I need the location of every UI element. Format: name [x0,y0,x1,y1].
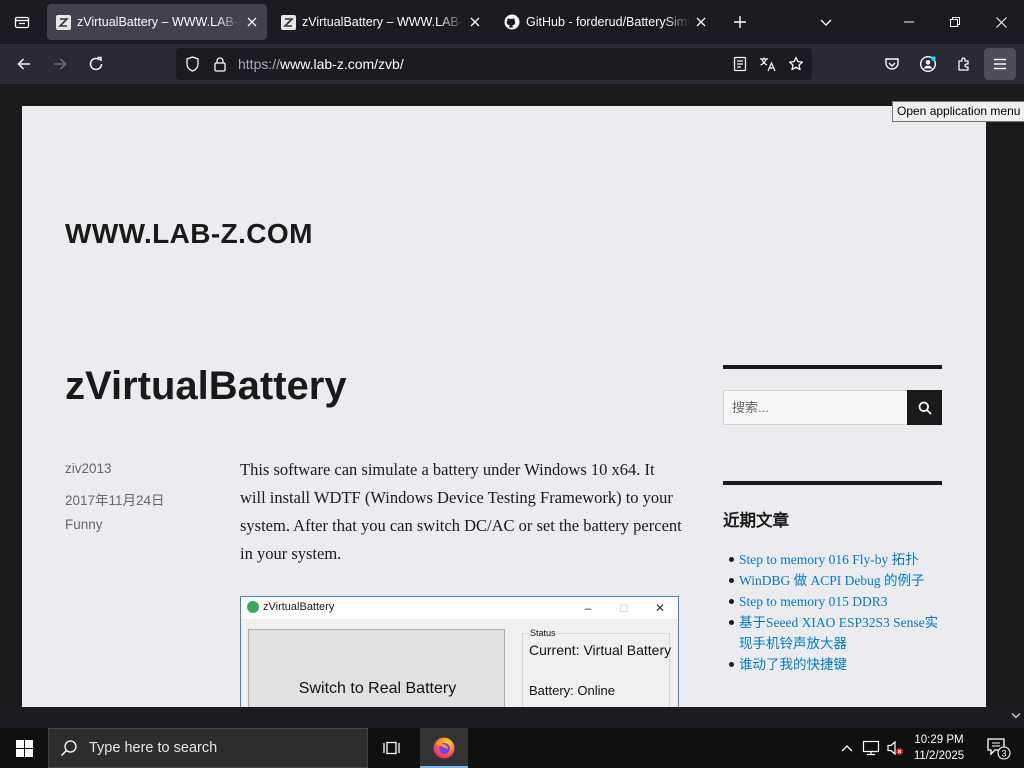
recent-posts-list: Step to memory 016 Fly-by 拓扑 WinDBG 做 AC… [729,549,949,675]
post-category[interactable]: Funny [65,517,103,532]
restore-icon[interactable] [932,0,978,44]
app-titlebar: zVirtualBattery – □ ✕ [241,597,678,619]
task-view-icon[interactable] [372,728,412,768]
translate-icon[interactable] [756,48,780,80]
chevron-down-icon[interactable] [812,8,840,36]
tab-zvirtualbattery[interactable]: zVirtualBattery – WWW.LAB-Z.COM [272,4,490,40]
tab-strip: zVirtualBattery – WWW.LAB-Z.COM zVirtual… [0,0,1024,44]
app-close-icon: ✕ [654,601,666,615]
extensions-icon[interactable] [948,48,980,80]
tray-chevron-up-icon[interactable] [836,728,858,768]
web-page: WWW.LAB-Z.COM zVirtualBattery ziv2013 20… [22,106,986,707]
recent-post-link[interactable]: WinDBG 做 ACPI Debug 的例子 [729,570,949,591]
close-tab-icon[interactable] [464,11,486,33]
clock-time: 10:29 PM [914,734,964,746]
app-screenshot-image: zVirtualBattery – □ ✕ Switch to Real Bat… [240,596,679,707]
recent-post-link[interactable]: 谁动了我的快捷键 [729,654,949,675]
network-icon[interactable] [860,728,882,768]
sidebar-search-input[interactable]: 搜索... [723,390,908,425]
post-author[interactable]: ziv2013 [65,461,112,476]
pocket-icon[interactable] [876,48,908,80]
github-icon [504,14,520,30]
search-button[interactable] [907,390,942,425]
search-icon [918,401,932,415]
clock-date: 11/2/2025 [913,750,965,762]
switch-battery-button: Switch to Real Battery [248,629,505,707]
browser-content: WWW.LAB-Z.COM zVirtualBattery ziv2013 20… [0,84,1024,707]
status-label: Status [529,628,557,638]
navigation-toolbar: https://www.lab-z.com/zvb/ [0,44,1024,84]
close-tab-icon[interactable] [690,11,712,33]
lock-icon[interactable] [208,48,232,80]
tab-title: GitHub - forderud/BatterySimulator [526,15,690,29]
recent-post-link[interactable]: Step to memory 016 Fly-by 拓扑 [729,549,949,570]
url-host-path: www.lab-z.com/zvb/ [280,56,404,72]
bookmark-star-icon[interactable] [784,48,808,80]
tooltip: Open application menu [892,101,1024,122]
recent-post-link[interactable]: Step to memory 015 DDR3 [729,591,949,612]
app-icon [247,601,259,613]
notification-center-icon[interactable]: 3 [976,728,1020,768]
post-body: This software can simulate a battery und… [240,460,682,563]
sidebar-divider [723,365,942,369]
lab-z-icon [280,14,296,30]
post-title: zVirtualBattery [65,364,347,408]
site-title[interactable]: WWW.LAB-Z.COM [65,218,313,250]
new-tab-icon[interactable] [726,8,754,36]
windows-start-icon[interactable] [0,728,48,768]
reload-icon[interactable] [80,48,112,80]
windows-taskbar: Type here to search 10:29 PM 11/2/2025 3 [0,728,1024,768]
firefox-icon [433,737,455,759]
sidebar-divider [723,481,942,485]
account-icon[interactable] [912,48,944,80]
notification-badge: 3 [1001,749,1006,759]
forward-icon[interactable] [44,48,76,80]
taskbar-search-placeholder: Type here to search [89,740,218,756]
status-current: Current: Virtual Battery [529,642,672,658]
back-icon[interactable] [8,48,40,80]
list-all-tabs-icon[interactable] [8,8,36,36]
app-maximize-icon: □ [620,601,628,615]
hamburger-menu-icon[interactable] [984,48,1016,80]
post-date[interactable]: 2017年11月24日 [65,489,165,509]
recent-posts-title: 近期文章 [723,512,789,530]
reader-view-icon[interactable] [728,48,752,80]
tab-title: zVirtualBattery – WWW.LAB-Z.COM [77,15,241,29]
switch-battery-label: Switch to Real Battery [298,680,457,697]
close-tab-icon[interactable] [241,11,263,33]
scroll-down-icon[interactable] [1010,710,1022,722]
status-battery: Battery: Online [529,683,615,698]
tab-github[interactable]: GitHub - forderud/BatterySimulator [496,4,716,40]
url-bar[interactable]: https://www.lab-z.com/zvb/ [176,48,812,80]
tracking-protection-shield-icon[interactable] [180,48,204,80]
system-clock[interactable]: 10:29 PM 11/2/2025 [906,732,972,764]
tab-title: zVirtualBattery – WWW.LAB-Z.COM [302,15,464,29]
lab-z-icon [55,14,71,30]
volume-muted-icon[interactable] [884,728,906,768]
minimize-icon[interactable] [886,0,932,44]
app-minimize-icon: – [584,601,592,615]
search-icon [49,739,89,757]
close-window-icon[interactable] [978,0,1024,44]
tab-zvirtualbattery-active[interactable]: zVirtualBattery – WWW.LAB-Z.COM [47,4,267,40]
firefox-taskbar-button[interactable] [420,728,468,768]
app-window-title: zVirtualBattery [263,601,335,613]
url-text: https://www.lab-z.com/zvb/ [238,48,404,80]
url-scheme: https:// [238,56,281,72]
taskbar-search-box[interactable]: Type here to search [48,728,368,768]
recent-post-link[interactable]: 基于Seeed XIAO ESP32S3 Sense实现手机铃声放大器 [729,612,949,654]
